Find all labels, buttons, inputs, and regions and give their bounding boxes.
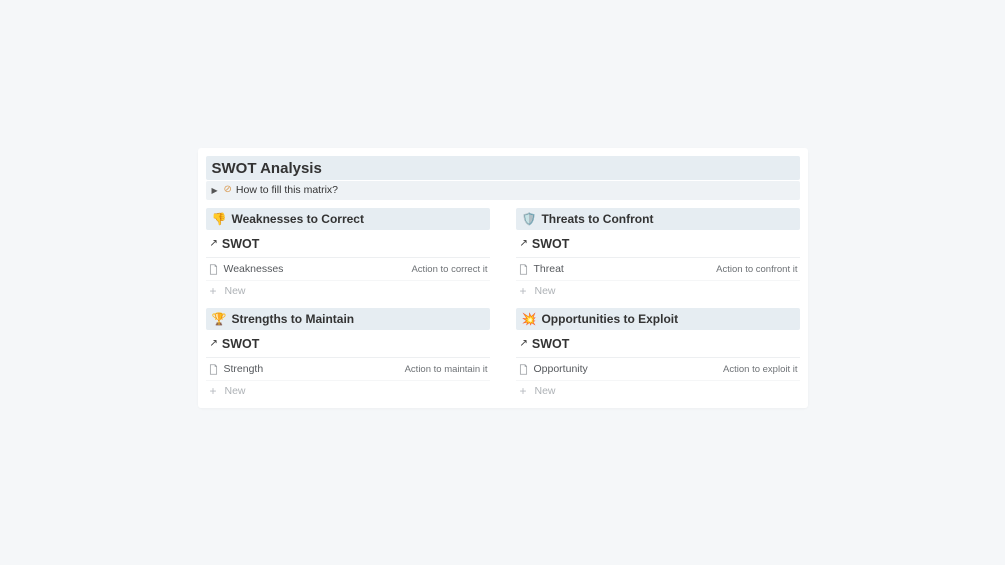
arrow-up-right-icon: ↗ <box>520 339 528 349</box>
new-row-button[interactable]: + New <box>206 281 490 300</box>
page-icon <box>518 364 529 375</box>
swot-grid: 👎 Weaknesses to Correct ↗ SWOT Weaknesse… <box>206 208 800 400</box>
item-action: Action to confront it <box>716 264 797 275</box>
plus-icon: + <box>518 385 529 397</box>
swot-link-label: SWOT <box>222 237 260 251</box>
quadrant-header[interactable]: 💥 Opportunities to Exploit <box>516 308 800 330</box>
arrow-up-right-icon: ↗ <box>210 239 218 249</box>
item-action: Action to correct it <box>411 264 487 275</box>
table-row[interactable]: Weaknesses Action to correct it <box>206 258 490 281</box>
item-name: Threat <box>534 263 564 275</box>
item-name: Strength <box>224 363 264 375</box>
callout-collapsed[interactable]: ▶ ⊘ How to fill this matrix? <box>206 181 800 200</box>
item-action: Action to exploit it <box>723 364 797 375</box>
quadrant-header[interactable]: 🛡️ Threats to Confront <box>516 208 800 230</box>
new-label: New <box>535 385 556 397</box>
page-icon <box>208 364 219 375</box>
quadrant-title: Threats to Confront <box>541 212 653 226</box>
new-label: New <box>535 285 556 297</box>
arrow-up-right-icon: ↗ <box>210 339 218 349</box>
swot-link-label: SWOT <box>532 337 570 351</box>
new-label: New <box>225 385 246 397</box>
trophy-icon: 🏆 <box>212 313 227 325</box>
new-label: New <box>225 285 246 297</box>
quadrant-strengths: 🏆 Strengths to Maintain ↗ SWOT Strength … <box>206 308 490 400</box>
plus-icon: + <box>208 385 219 397</box>
item-name: Weaknesses <box>224 263 284 275</box>
quadrant-title: Opportunities to Exploit <box>541 312 678 326</box>
plus-icon: + <box>518 285 529 297</box>
quadrant-threats: 🛡️ Threats to Confront ↗ SWOT Threat Act… <box>516 208 800 300</box>
collision-icon: 💥 <box>522 313 537 325</box>
swot-database-link[interactable]: ↗ SWOT <box>206 234 490 258</box>
quadrant-opportunities: 💥 Opportunities to Exploit ↗ SWOT Opport… <box>516 308 800 400</box>
toggle-triangle-icon[interactable]: ▶ <box>212 186 220 195</box>
quadrant-weaknesses: 👎 Weaknesses to Correct ↗ SWOT Weaknesse… <box>206 208 490 300</box>
new-row-button[interactable]: + New <box>516 381 800 400</box>
shield-icon: 🛡️ <box>522 213 537 225</box>
swot-card: SWOT Analysis ▶ ⊘ How to fill this matri… <box>198 148 808 408</box>
swot-link-label: SWOT <box>222 337 260 351</box>
title-bar: SWOT Analysis <box>206 156 800 180</box>
item-name: Opportunity <box>534 363 588 375</box>
swot-database-link[interactable]: ↗ SWOT <box>206 334 490 358</box>
page-icon <box>208 264 219 275</box>
swot-database-link[interactable]: ↗ SWOT <box>516 234 800 258</box>
table-row[interactable]: Opportunity Action to exploit it <box>516 358 800 381</box>
plus-icon: + <box>208 285 219 297</box>
callout-text: How to fill this matrix? <box>236 184 338 196</box>
quadrant-title: Strengths to Maintain <box>231 312 354 326</box>
swot-database-link[interactable]: ↗ SWOT <box>516 334 800 358</box>
table-row[interactable]: Threat Action to confront it <box>516 258 800 281</box>
item-action: Action to maintain it <box>405 364 488 375</box>
quadrant-header[interactable]: 👎 Weaknesses to Correct <box>206 208 490 230</box>
quadrant-title: Weaknesses to Correct <box>231 212 364 226</box>
swot-link-label: SWOT <box>532 237 570 251</box>
new-row-button[interactable]: + New <box>516 281 800 300</box>
table-row[interactable]: Strength Action to maintain it <box>206 358 490 381</box>
new-row-button[interactable]: + New <box>206 381 490 400</box>
prohibited-icon: ⊘ <box>224 185 232 195</box>
page-title: SWOT Analysis <box>212 160 794 177</box>
thumbs-down-icon: 👎 <box>212 213 227 225</box>
page-icon <box>518 264 529 275</box>
arrow-up-right-icon: ↗ <box>520 239 528 249</box>
quadrant-header[interactable]: 🏆 Strengths to Maintain <box>206 308 490 330</box>
